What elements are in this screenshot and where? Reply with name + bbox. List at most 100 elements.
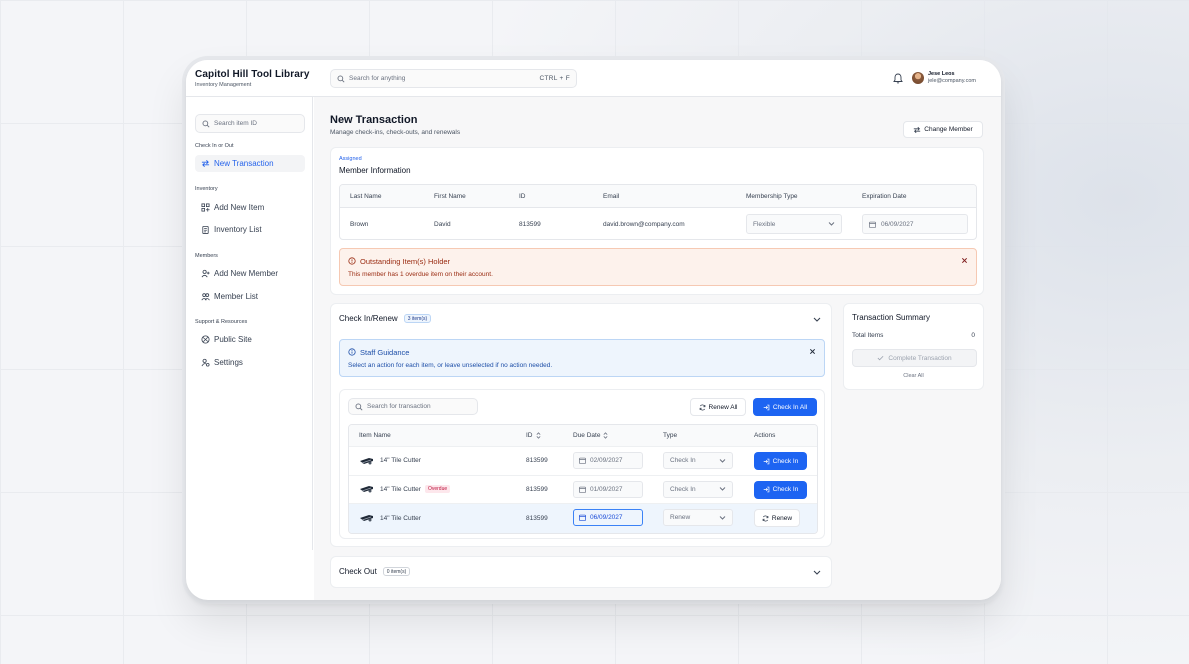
sidebar-item-member-list[interactable]: Member List [195,288,305,305]
check-in-label: Check In [772,457,799,465]
member-first-name: David [434,220,451,228]
member-row: Brown David 813599 david.brown@company.c… [340,208,976,239]
sidebar-item-settings[interactable]: Settings [195,354,305,371]
avatar [912,71,924,84]
app-subtitle: Inventory Management [195,82,252,88]
sidebar-item-label: Member List [214,292,259,301]
column-header: Last Name [350,192,382,200]
clear-all-link[interactable]: Clear All [844,373,983,379]
staff-guidance-alert: Staff Guidance Select an action for each… [339,339,825,377]
staff-guidance-text: Select an action for each item, or leave… [348,362,553,369]
type-select[interactable]: Renew [663,509,733,526]
complete-transaction-button[interactable]: Complete Transaction [852,349,977,367]
member-last-name: Brown [350,220,369,228]
column-header: ID [519,192,526,200]
tile-cutter-icon [360,486,373,493]
type-value: Renew [670,514,691,521]
user-menu[interactable]: Jese Leos jele@company.com [912,71,976,84]
type-select[interactable]: Check In [663,480,733,498]
sidebar-item-add-new-member[interactable]: Add New Member [195,265,305,282]
renew-all-label: Renew All [708,403,738,411]
check-in-renew-title: Check In/Renew [339,314,398,323]
section-members: Members [195,253,218,259]
expiration-date-field[interactable]: 06/09/2027 [862,214,968,234]
member-id: 813599 [519,220,541,228]
tile-cutter-icon [360,457,373,465]
sidebar-item-add-new-item[interactable]: Add New Item [195,199,305,216]
info-circle-icon [348,257,356,265]
column-header-id[interactable]: ID [526,425,541,446]
due-date-field[interactable]: 02/09/2027 [573,452,643,469]
membership-type-select[interactable]: Flexible [746,214,842,234]
chevron-down-icon [719,458,726,463]
table-row[interactable]: 14" Tile Cutter 813599 02/09/2027 Check … [349,447,817,476]
item-id: 813599 [526,457,548,465]
item-id-search-input[interactable]: Search item ID [195,114,305,133]
check-in-renew-header[interactable]: Check In/Renew 3 item(s) [339,314,432,323]
sidebar-item-label: Settings [214,358,243,367]
close-icon[interactable] [809,348,816,355]
change-member-button[interactable]: Change Member [903,121,983,138]
column-header-due-date[interactable]: Due Date [573,425,608,446]
search-icon [355,403,363,411]
chevron-down-icon [719,487,726,491]
search-icon [337,75,345,83]
column-header: Email [603,192,620,200]
global-search-input[interactable]: Search for anything CTRL + F [330,69,577,88]
table-row[interactable]: 14" Tile Cutter 813599 06/09/2027 Renew [349,504,817,533]
transaction-summary-card: Transaction Summary Total Items 0 Comple… [843,303,984,390]
bell-icon[interactable] [893,73,903,84]
type-value: Check In [670,485,696,493]
item-id: 813599 [526,514,548,522]
check-in-all-button[interactable]: Check In All [753,398,817,416]
sidebar: Search item ID Check In or Out New Trans… [186,97,313,550]
chevron-down-icon[interactable] [813,317,821,322]
column-header-label: Due Date [573,432,601,439]
column-header: Actions [754,432,776,439]
sidebar-item-new-transaction[interactable]: New Transaction [195,155,305,172]
close-icon[interactable] [961,257,968,264]
sidebar-item-inventory-list[interactable]: Inventory List [195,221,305,238]
sidebar-item-public-site[interactable]: Public Site [195,331,305,348]
tile-cutter-icon [360,515,373,522]
transaction-panel: Search for transaction Renew All Check I… [339,389,825,539]
check-in-all-label: Check In All [772,403,808,411]
check-in-button[interactable]: Check In [754,480,807,499]
column-header: Type [663,432,678,439]
sign-in-icon [763,486,769,493]
globe-icon [200,335,210,345]
type-select[interactable]: Check In [663,452,733,469]
overdue-badge: Overdue [424,485,451,494]
user-name: Jese Leos [928,71,955,77]
check-in-button[interactable]: Check In [754,452,807,470]
item-name-cell: 14" Tile Cutter [359,447,421,475]
item-name-cell: 14" Tile Cutter [359,504,421,533]
table-row[interactable]: 14" Tile Cutter Overdue 813599 01/09/202… [349,475,817,504]
calendar-icon [869,221,876,228]
total-items-value: 0 [971,332,975,339]
sidebar-item-label: Public Site [214,335,252,344]
check-icon [877,355,884,361]
due-date-field[interactable]: 06/09/2027 [573,509,643,526]
refresh-icon [699,404,705,410]
renew-all-button[interactable]: Renew All [690,398,746,416]
member-table: Last Name First Name ID Email Membership… [339,184,977,240]
renew-button[interactable]: Renew [754,509,800,527]
member-table-header: Last Name First Name ID Email Membership… [340,185,976,208]
top-bar: Capitol Hill Tool Library Inventory Mana… [186,60,1001,97]
membership-type-value: Flexible [753,220,776,228]
renew-label: Renew [771,514,793,522]
expiration-date-value: 06/09/2027 [881,220,914,228]
sidebar-item-label: Add New Item [214,203,265,212]
chevron-down-icon[interactable] [813,570,821,575]
due-date-field[interactable]: 01/09/2027 [573,480,643,498]
user-email: jele@company.com [928,78,976,84]
app-window: Capitol Hill Tool Library Inventory Mana… [186,60,1001,600]
transaction-search-input[interactable]: Search for transaction [348,398,478,415]
calendar-icon [579,486,586,493]
page-subtitle: Manage check-ins, check-outs, and renewa… [330,129,461,136]
outstanding-alert-title: Outstanding Item(s) Holder [360,257,451,266]
check-out-card[interactable]: Check Out 0 item(s) [330,556,832,588]
swap-icon [200,159,210,169]
check-in-label: Check In [772,486,799,493]
